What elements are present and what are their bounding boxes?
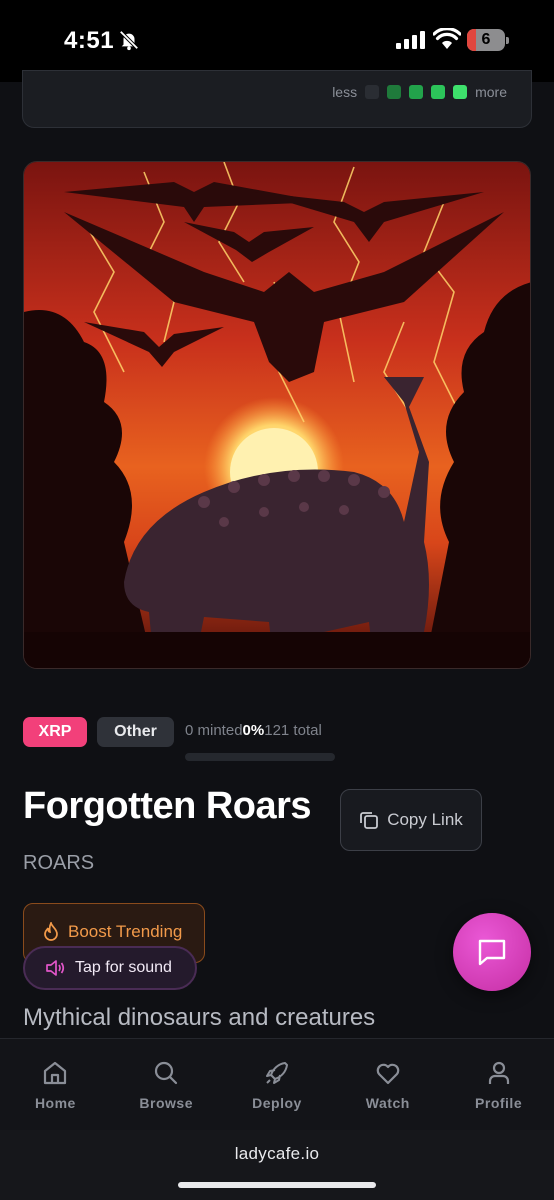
collection-symbol: ROARS: [23, 852, 95, 874]
nav-watch[interactable]: Watch: [332, 1039, 443, 1130]
home-icon: [44, 1061, 67, 1085]
mint-stats: 0 minted0%121 total: [185, 722, 322, 739]
browser-url-bar[interactable]: [0, 1130, 554, 1200]
home-indicator[interactable]: [178, 1182, 376, 1188]
speaker-icon: [46, 960, 65, 976]
chain-tag[interactable]: XRP: [23, 717, 87, 747]
cellular-signal-icon: [396, 31, 425, 49]
collection-title: Forgotten Roars: [23, 785, 312, 827]
battery-indicator: 6: [467, 29, 505, 51]
nav-browse[interactable]: Browse: [111, 1039, 222, 1130]
boost-trending-label: Boost Trending: [68, 922, 183, 941]
legend-swatch: [365, 85, 380, 99]
nav-browse-label: Browse: [139, 1095, 193, 1111]
nav-home-label: Home: [34, 1095, 76, 1111]
tap-for-sound-button[interactable]: Tap for sound: [23, 946, 197, 990]
user-icon: [488, 1061, 509, 1084]
legend-swatch: [453, 85, 468, 99]
battery-level: 6: [481, 31, 491, 48]
nav-watch-label: Watch: [365, 1095, 410, 1111]
mint-progress-bar: [185, 753, 335, 761]
nav-profile-label: Profile: [475, 1095, 523, 1111]
minted-count: 0 minted: [185, 722, 243, 739]
tap-for-sound-label: Tap for sound: [75, 959, 172, 976]
activity-heatmap-card: less more: [22, 70, 532, 128]
chat-fab-button[interactable]: [453, 913, 531, 991]
nav-deploy-label: Deploy: [252, 1095, 302, 1111]
nav-deploy[interactable]: Deploy: [222, 1039, 333, 1130]
artwork-image: [24, 162, 530, 668]
copy-icon: [360, 812, 379, 829]
heart-icon: [376, 1063, 400, 1085]
heatmap-legend: less more: [332, 84, 507, 100]
nav-profile[interactable]: Profile: [443, 1039, 554, 1130]
legend-swatch: [409, 85, 424, 99]
chat-icon: [478, 939, 506, 966]
rocket-icon: [265, 1062, 288, 1084]
legend-swatch: [431, 85, 446, 99]
copy-link-button[interactable]: Copy Link: [340, 789, 482, 851]
search-icon: [155, 1061, 178, 1085]
copy-link-label: Copy Link: [387, 810, 463, 829]
legend-more-label: more: [475, 84, 507, 100]
status-time: 4:51: [64, 27, 115, 54]
total-supply: 121 total: [264, 722, 322, 739]
collection-artwork[interactable]: [23, 161, 531, 669]
bell-muted-icon: [119, 30, 139, 51]
bottom-nav: Home Browse Deploy Watch Profile: [0, 1038, 554, 1130]
nav-home[interactable]: Home: [0, 1039, 111, 1130]
category-tag[interactable]: Other: [97, 717, 174, 747]
wifi-icon: [433, 28, 461, 49]
browser-url[interactable]: ladycafe.io: [0, 1144, 554, 1164]
legend-less-label: less: [332, 84, 358, 100]
collection-description: Mythical dinosaurs and creatures: [23, 1004, 376, 1031]
minted-percent: 0%: [242, 722, 265, 739]
legend-swatch: [387, 85, 402, 99]
flame-icon: [44, 922, 58, 941]
